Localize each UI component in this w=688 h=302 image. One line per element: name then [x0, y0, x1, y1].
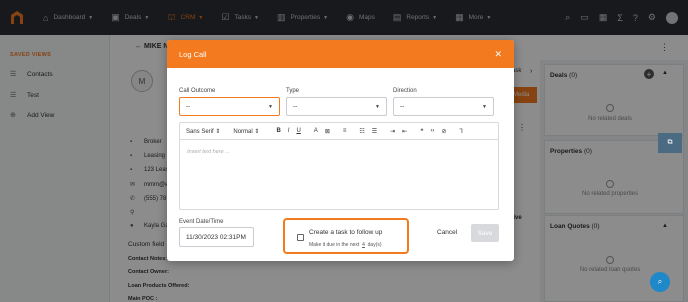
toolbar-font-value: Sans Serif: [186, 128, 214, 135]
underline-button[interactable]: U: [296, 128, 300, 134]
select-value: --: [293, 103, 298, 110]
event-datetime-label: Event Date/Time: [179, 219, 224, 225]
call-outcome-label: Call Outcome: [179, 88, 216, 94]
follow-up-suffix: day(s): [367, 242, 382, 248]
toolbar-size-value: Normal: [233, 128, 253, 135]
help-chat-button[interactable]: ⌕: [650, 272, 670, 292]
follow-up-subtext: Make it due in the next 4 day(s): [309, 242, 382, 248]
select-value: --: [400, 103, 405, 110]
type-label: Type: [286, 88, 300, 94]
align-icon[interactable]: ≡: [343, 128, 347, 134]
outdent-icon[interactable]: ⇤: [402, 128, 407, 135]
follow-up-days-input[interactable]: 4: [362, 242, 365, 248]
direction-label: Direction: [393, 88, 417, 94]
caret-down-icon: ▼: [375, 103, 380, 110]
direction-select[interactable]: -- ▼: [393, 97, 494, 116]
close-icon[interactable]: ✕: [494, 49, 502, 60]
indent-icon[interactable]: ⇥: [390, 128, 395, 135]
quote-icon[interactable]: ❝: [420, 128, 423, 135]
cancel-button[interactable]: Cancel: [437, 229, 457, 236]
remove-format-icon[interactable]: Ꞁ: [459, 128, 462, 135]
modal-title: Log Call: [179, 49, 207, 59]
editor-toolbar: Sans Serif ⇕ Normal ⇕ B I U A ⊠ ≡ ☷ ☰ ⇥ …: [180, 123, 498, 140]
modal-header: Log Call ✕: [167, 40, 514, 68]
code-icon[interactable]: ‹›: [430, 128, 434, 134]
select-value: --: [186, 103, 191, 110]
italic-button[interactable]: I: [288, 128, 290, 134]
text-color-icon[interactable]: A: [314, 128, 318, 134]
bullet-list-icon[interactable]: ☰: [372, 128, 377, 135]
save-button[interactable]: Save: [471, 224, 499, 242]
type-select[interactable]: -- ▼: [286, 97, 387, 116]
caret-down-icon: ▼: [482, 103, 487, 110]
ordered-list-icon[interactable]: ☷: [359, 128, 364, 135]
log-call-modal: Log Call ✕ Call Outcome -- ▼ Type -- ▼ D…: [167, 40, 514, 261]
search-icon: ⌕: [657, 277, 663, 286]
follow-up-title: Create a task to follow up: [309, 229, 383, 236]
notes-editor[interactable]: Sans Serif ⇕ Normal ⇕ B I U A ⊠ ≡ ☷ ☰ ⇥ …: [179, 122, 499, 210]
editor-placeholder: Insert text here ...: [187, 149, 230, 155]
caret-down-icon: ▼: [268, 103, 273, 110]
follow-up-checkbox[interactable]: [297, 234, 304, 241]
font-family-select[interactable]: Sans Serif ⇕: [186, 128, 220, 135]
side-panel-tab[interactable]: ⧉: [658, 133, 682, 153]
clear-format-icon[interactable]: ⊠: [325, 128, 330, 135]
link-icon[interactable]: ⊘: [441, 128, 446, 135]
call-outcome-select[interactable]: -- ▼: [179, 97, 280, 116]
event-datetime-input[interactable]: 11/30/2023 02:31PM: [179, 227, 254, 247]
font-size-select[interactable]: Normal ⇕: [233, 128, 259, 135]
bold-button[interactable]: B: [276, 128, 280, 134]
follow-up-box: Create a task to follow up Make it due i…: [283, 218, 409, 254]
follow-up-prefix: Make it due in the next: [309, 242, 360, 248]
